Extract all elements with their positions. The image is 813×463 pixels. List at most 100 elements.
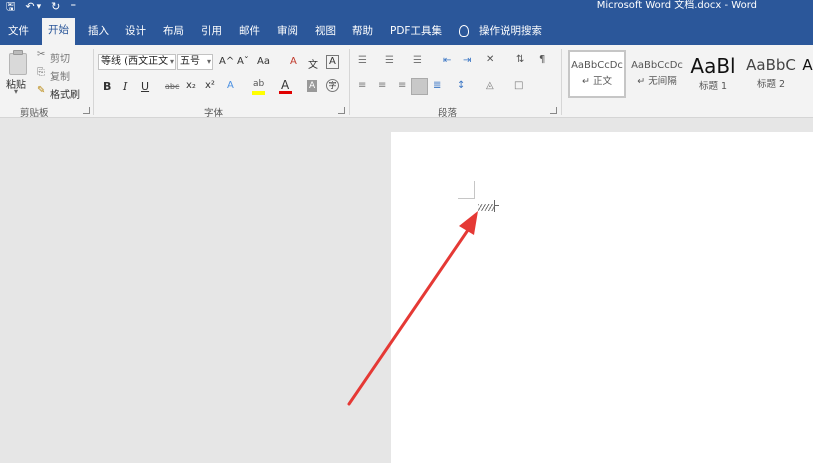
style-normal[interactable]: AaBbCcDc ↵ 正文 (568, 50, 626, 98)
highlight-color-swatch (252, 91, 265, 95)
chinese-layout-icon[interactable]: ✕ (486, 54, 494, 65)
numbering-icon[interactable]: ☰ (385, 55, 394, 66)
style-sample: A (802, 56, 813, 74)
style-sample: AaBl (690, 54, 736, 78)
ibeam-cursor-icon (494, 200, 495, 212)
bold-button[interactable]: B (103, 80, 111, 93)
align-left-icon[interactable]: ≡ (358, 80, 366, 91)
tab-references[interactable]: 引用 (195, 19, 228, 45)
paste-clipboard-icon[interactable] (9, 53, 27, 75)
style-sample: AaBbCcDc (631, 60, 683, 71)
tab-view[interactable]: 视图 (309, 19, 342, 45)
character-border-icon[interactable]: A (326, 55, 339, 69)
style-name: ↵ 无间隔 (637, 76, 677, 87)
tab-insert[interactable]: 插入 (82, 19, 115, 45)
style-heading-2[interactable]: AaBbC 标题 2 (742, 50, 800, 98)
clipboard-launcher-icon[interactable] (83, 107, 90, 114)
paste-dropdown-icon[interactable]: ▾ (14, 87, 18, 96)
bullets-icon[interactable]: ☰ (358, 55, 367, 66)
multilevel-list-icon[interactable]: ☰ (413, 55, 422, 66)
cut-button[interactable]: 剪切 (50, 50, 70, 65)
style-title[interactable]: A (802, 50, 813, 98)
tab-review[interactable]: 审阅 (271, 19, 304, 45)
font-family-select[interactable]: 等线 (西文正文 ▾ (98, 54, 176, 70)
quick-access-toolbar: 🖫 ↶ ▾ ↻ ⁼ (6, 0, 76, 14)
undo-dropdown-icon[interactable]: ▾ (37, 0, 42, 14)
window-title: Microsoft Word 文档.docx - Word (596, 0, 757, 11)
undo-icon[interactable]: ↶ (25, 0, 34, 14)
style-sample: AaBbC (746, 56, 796, 74)
paragraph-launcher-icon[interactable] (550, 107, 557, 114)
group-label-font: 字体 (204, 108, 224, 119)
lightbulb-icon[interactable] (459, 25, 469, 37)
line-spacing-icon[interactable]: ↕ (457, 80, 465, 91)
group-divider (93, 49, 94, 115)
format-painter-button[interactable]: 格式刷 (50, 86, 80, 101)
distributed-align-icon[interactable]: ≣ (433, 80, 441, 91)
title-bar: 🖫 ↶ ▾ ↻ ⁼ Microsoft Word 文档.docx - Word (0, 0, 813, 14)
font-color-icon[interactable]: A (281, 78, 289, 92)
strikethrough-button[interactable]: abc (165, 82, 179, 91)
chevron-down-icon: ▾ (169, 57, 174, 66)
style-no-spacing[interactable]: AaBbCcDc ↵ 无间隔 (628, 50, 686, 98)
highlight-color-icon[interactable]: ab (253, 79, 264, 89)
subscript-button[interactable]: x₂ (186, 80, 196, 91)
tab-design[interactable]: 设计 (119, 19, 152, 45)
clipboard-clip-icon (13, 50, 23, 55)
phonetic-guide-icon[interactable]: 文 (308, 56, 318, 71)
customize-qat-icon[interactable]: ⁼ (70, 0, 76, 14)
style-heading-1[interactable]: AaBl 标题 1 (687, 50, 739, 98)
enclose-characters-icon[interactable]: 字 (326, 79, 339, 92)
crop-mark (458, 198, 475, 199)
tab-pdf-tools[interactable]: PDF工具集 (384, 19, 448, 45)
underline-button[interactable]: U (141, 80, 149, 93)
group-divider (349, 49, 350, 115)
decrease-indent-icon[interactable]: ⇤ (443, 55, 451, 66)
group-label-clipboard: 剪贴板 (20, 108, 49, 119)
redo-icon[interactable]: ↻ (51, 0, 60, 14)
mouse-cursor-trail (478, 204, 494, 211)
show-formatting-icon[interactable]: ¶ (539, 54, 545, 65)
font-size-select[interactable]: 五号 ▾ (177, 54, 213, 70)
format-painter-icon[interactable]: ✎ (37, 85, 45, 96)
style-name: 标题 2 (756, 79, 786, 90)
style-sample: AaBbCcDc (571, 60, 623, 71)
style-name: 标题 1 (698, 81, 728, 92)
text-effects-icon[interactable]: A (227, 80, 234, 91)
clear-formatting-icon[interactable]: A (290, 56, 297, 67)
ibeam-cursor-tick (494, 205, 499, 206)
crop-mark (474, 181, 475, 199)
tab-file[interactable]: 文件 (2, 19, 35, 45)
document-page[interactable] (391, 132, 813, 463)
chevron-down-icon: ▾ (206, 57, 211, 66)
character-shading-icon[interactable]: A (307, 80, 318, 92)
group-label-paragraph: 段落 (438, 108, 458, 119)
group-divider (561, 49, 562, 115)
copy-icon[interactable]: ⎘ (37, 67, 45, 78)
increase-indent-icon[interactable]: ⇥ (463, 55, 471, 66)
tell-me-search[interactable]: 操作说明搜索 (479, 19, 542, 43)
save-icon[interactable]: 🖫 (6, 0, 15, 14)
justify-button[interactable] (411, 78, 428, 95)
italic-button[interactable]: I (123, 80, 127, 93)
cut-icon[interactable]: ✂ (37, 49, 45, 60)
grow-font-icon[interactable]: A^ (219, 56, 234, 67)
copy-button[interactable]: 复制 (50, 68, 70, 83)
tab-layout[interactable]: 布局 (157, 19, 190, 45)
superscript-button[interactable]: x² (205, 80, 215, 91)
styles-gallery: AaBbCcDc ↵ 正文 AaBbCcDc ↵ 无间隔 AaBl 标题 1 A… (566, 50, 813, 98)
borders-icon[interactable]: □ (514, 80, 523, 91)
font-family-value: 等线 (西文正文 (101, 56, 169, 67)
sort-icon[interactable]: ⇅ (516, 54, 524, 65)
tab-help[interactable]: 帮助 (346, 19, 379, 45)
align-center-icon[interactable]: ≡ (378, 80, 386, 91)
style-name: ↵ 正文 (582, 76, 612, 87)
tab-home[interactable]: 开始 (42, 18, 75, 45)
font-launcher-icon[interactable] (338, 107, 345, 114)
change-case-icon[interactable]: Aa (257, 56, 270, 67)
shrink-font-icon[interactable]: Aˇ (237, 56, 249, 67)
align-right-icon[interactable]: ≡ (398, 80, 406, 91)
ribbon-tab-bar: 文件 开始 插入 设计 布局 引用 邮件 审阅 视图 帮助 PDF工具集 操作说… (0, 14, 813, 45)
tab-mailings[interactable]: 邮件 (233, 19, 266, 45)
shading-icon[interactable]: ◬ (486, 80, 494, 91)
